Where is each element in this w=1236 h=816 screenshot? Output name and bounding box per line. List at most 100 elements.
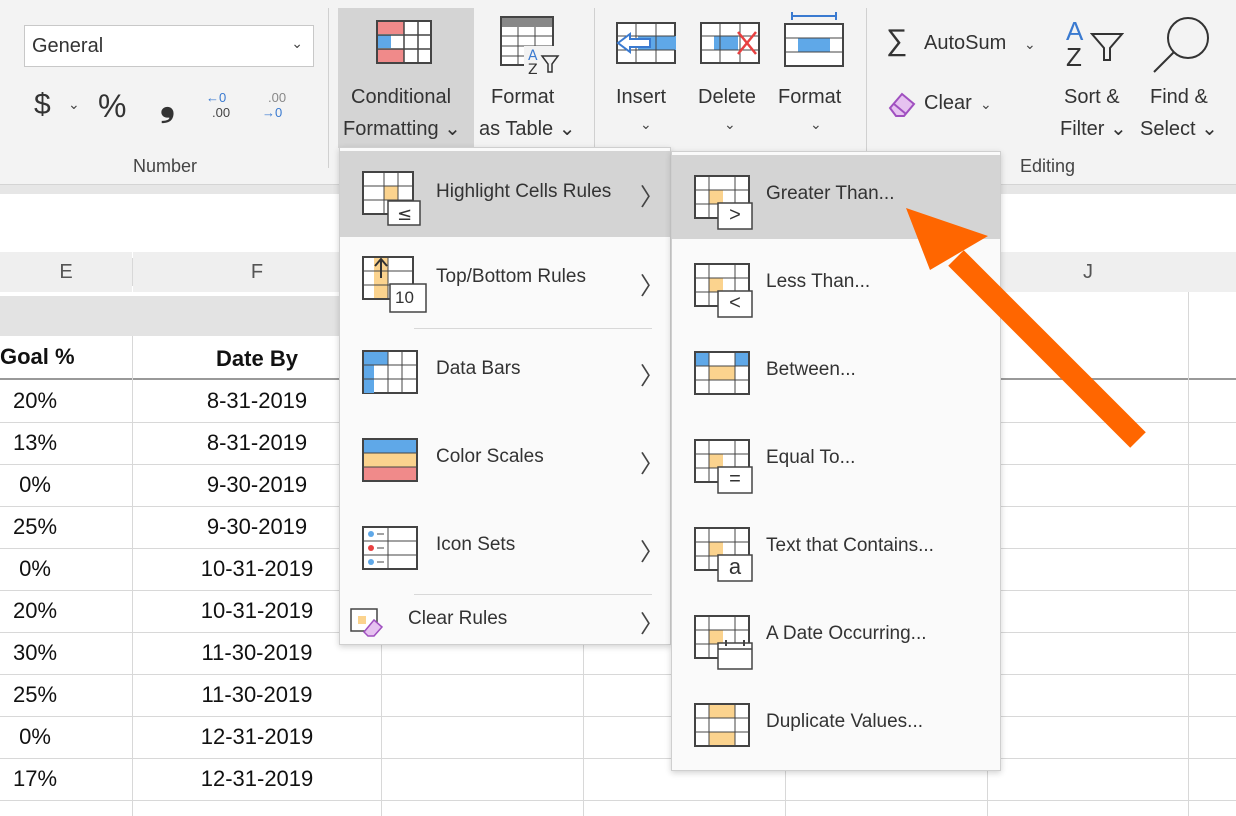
badge-glyph: a (728, 554, 742, 579)
submenu-item-label: Greater Than... (766, 183, 895, 204)
clear-button[interactable]: Clear ⌄ (884, 86, 1004, 122)
submenu-item-label: Duplicate Values... (766, 711, 924, 732)
increase-decimal-button[interactable]: ←0 .00 (206, 90, 242, 124)
submenu-item-label: Less Than... (766, 271, 871, 292)
submenu-item-label: Text that Contains... (766, 535, 934, 556)
percent-style-button[interactable]: % (98, 88, 126, 125)
chevron-down-icon[interactable]: ⌄ (68, 96, 80, 113)
submenu-item-between[interactable]: Between... (672, 331, 1000, 415)
chevron-down-icon: ⌄ (291, 35, 303, 51)
badge-glyph: > (729, 204, 741, 226)
row-divider (0, 674, 1236, 675)
cell-goal[interactable]: 25% (0, 514, 70, 540)
conditional-formatting-menu: ≤ Highlight Cells Rules 〉 10 Top/Bottom … (339, 147, 671, 645)
format-button[interactable]: Format ⌄ (776, 8, 856, 148)
badge-glyph: = (729, 468, 741, 490)
sort-filter-button[interactable]: A Z Sort & Filter ⌄ (1056, 8, 1136, 148)
column-divider (132, 336, 133, 816)
decrease-decimal-button[interactable]: .00 →0 (262, 90, 298, 124)
menu-item-label: Highlight Cells Rules (436, 181, 612, 202)
cell-goal[interactable]: 0% (0, 472, 70, 498)
cell-goal[interactable]: 20% (0, 598, 70, 624)
cell-goal[interactable]: 25% (0, 682, 70, 708)
chevron-right-icon: 〉 (640, 539, 664, 566)
ribbon-separator (328, 8, 329, 168)
find-label-line1: Find & (1150, 86, 1208, 108)
cell-goal[interactable]: 13% (0, 430, 70, 456)
chevron-right-icon: 〉 (640, 184, 664, 211)
submenu-item-a-date-occurring[interactable]: A Date Occurring... (672, 595, 1000, 679)
column-header-e[interactable]: E (0, 252, 132, 292)
delete-cells-icon (700, 22, 760, 64)
submenu-item-less-than[interactable]: < Less Than... (672, 243, 1000, 327)
a-date-occurring-icon (694, 615, 753, 670)
menu-separator (414, 594, 652, 595)
filter-icon (1090, 33, 1124, 61)
menu-item-top-bottom-rules[interactable]: 10 Top/Bottom Rules 〉 (340, 240, 670, 326)
cell-date[interactable]: 12-31-2019 (133, 766, 381, 792)
find-select-button[interactable]: Find & Select ⌄ (1138, 8, 1232, 148)
column-header-label: J (1083, 261, 1093, 283)
conditional-formatting-button[interactable]: Conditional Formatting ⌄ (338, 8, 474, 148)
insert-label: Insert (616, 86, 667, 108)
chevron-down-icon: ⌄ (980, 96, 992, 112)
menu-separator (414, 328, 652, 329)
submenu-item-label: Equal To... (766, 447, 856, 468)
chevron-down-icon: ⌄ (724, 116, 736, 132)
column-header-label: E (59, 261, 73, 283)
delete-button[interactable]: Delete ⌄ (692, 8, 768, 148)
menu-item-clear-rules[interactable]: Clear Rules 〉 (340, 596, 670, 642)
menu-item-color-scales[interactable]: Color Scales 〉 (340, 418, 670, 504)
between-icon (694, 351, 750, 395)
decrease-decimal-top: .00 (268, 90, 287, 105)
number-group-label: Number (133, 156, 198, 176)
cell-goal[interactable]: 20% (0, 388, 70, 414)
delete-label: Delete (698, 86, 756, 108)
column-divider (132, 258, 133, 286)
icon-sets-icon (362, 526, 418, 570)
format-as-table-button[interactable]: A Z Format as Table ⌄ (478, 8, 588, 148)
fat-label-line1: Format (491, 86, 555, 108)
submenu-item-equal-to[interactable]: = Equal To... (672, 419, 1000, 503)
chevron-down-icon: ⌄ (1024, 36, 1036, 52)
submenu-item-text-that-contains[interactable]: a Text that Contains... (672, 507, 1000, 591)
submenu-item-duplicate-values[interactable]: Duplicate Values... (672, 683, 1000, 767)
svg-text:Z: Z (528, 62, 538, 76)
menu-item-label: Icon Sets (436, 534, 516, 555)
submenu-item-greater-than[interactable]: > Greater Than... (672, 155, 1000, 239)
cell-date[interactable]: 11-30-2019 (133, 682, 381, 708)
insert-button[interactable]: Insert ⌄ (608, 8, 684, 148)
badge-glyph: < (729, 292, 741, 314)
row-divider (0, 758, 1236, 759)
highlight-cells-rules-icon: ≤ (362, 171, 421, 226)
cell-date[interactable]: 12-31-2019 (133, 724, 381, 750)
cell-goal[interactable]: 30% (0, 640, 70, 666)
eraser-icon (888, 92, 916, 117)
number-format-dropdown[interactable]: General ⌄ (24, 25, 314, 67)
svg-text:≤: ≤ (397, 204, 412, 225)
autosum-button[interactable]: ∑ AutoSum ⌄ (884, 24, 1044, 62)
header-goal[interactable]: Goal % (0, 344, 78, 370)
cf-label-line2: Formatting ⌄ (343, 118, 461, 140)
menu-item-highlight-cells-rules[interactable]: ≤ Highlight Cells Rules 〉 (340, 151, 670, 237)
cell-goal[interactable]: 0% (0, 724, 70, 750)
ribbon-separator (594, 8, 595, 168)
currency-format-button[interactable]: $ (34, 88, 51, 122)
menu-item-label: Top/Bottom Rules (436, 266, 586, 287)
increase-decimal-bottom: .00 (212, 105, 231, 120)
cf-label-line1: Conditional (351, 86, 452, 108)
cell-goal[interactable]: 0% (0, 556, 70, 582)
menu-item-icon-sets[interactable]: Icon Sets 〉 (340, 506, 670, 592)
column-header-label: F (250, 261, 264, 283)
menu-item-label: Color Scales (436, 446, 544, 467)
format-label: Format (778, 86, 842, 108)
chevron-right-icon: 〉 (640, 611, 664, 638)
increase-decimal-top: ←0 (206, 90, 227, 105)
menu-item-data-bars[interactable]: Data Bars 〉 (340, 330, 670, 416)
cell-goal[interactable]: 17% (0, 766, 70, 792)
column-header-j[interactable]: J (988, 252, 1188, 292)
chevron-down-icon: ⌄ (810, 116, 822, 132)
autosum-label: AutoSum (924, 32, 1007, 54)
chevron-right-icon: 〉 (640, 451, 664, 478)
comma-style-button[interactable]: ❟ (160, 82, 175, 125)
